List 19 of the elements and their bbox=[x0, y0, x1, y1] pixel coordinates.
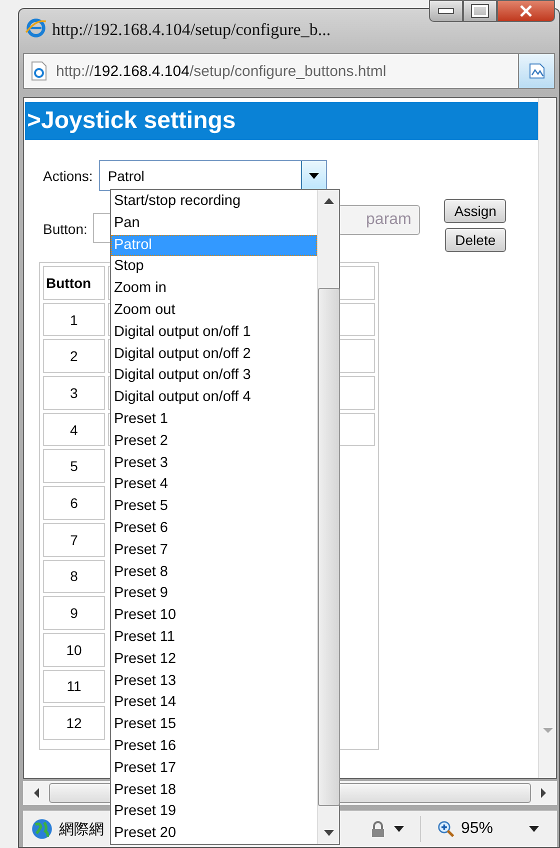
url-text: http://192.168.4.104/setup/configure_buttons.html bbox=[56, 62, 386, 80]
window-title: http://192.168.4.104/setup/configure_b... bbox=[52, 20, 332, 40]
table-cell: 6 bbox=[43, 486, 105, 520]
security-zone-text: 網際網 bbox=[59, 820, 104, 838]
table-cell: 11 bbox=[43, 670, 105, 704]
table-cell: 10 bbox=[43, 632, 105, 667]
table-cell: 5 bbox=[43, 449, 105, 484]
table-cell: 7 bbox=[43, 522, 105, 556]
field-label: Actions: bbox=[43, 168, 93, 184]
table-cell: 8 bbox=[43, 560, 105, 594]
column-header: Button bbox=[43, 266, 105, 300]
field-label: Button: bbox=[43, 221, 88, 237]
table-cell: 1 bbox=[43, 302, 105, 336]
table-cell: 9 bbox=[43, 596, 105, 630]
table-cell: 4 bbox=[43, 412, 105, 446]
table-cell: 3 bbox=[43, 376, 105, 410]
table-cell: 2 bbox=[43, 339, 105, 374]
page-heading: >Joystick settings bbox=[25, 102, 538, 140]
table-cell: 12 bbox=[43, 706, 105, 740]
